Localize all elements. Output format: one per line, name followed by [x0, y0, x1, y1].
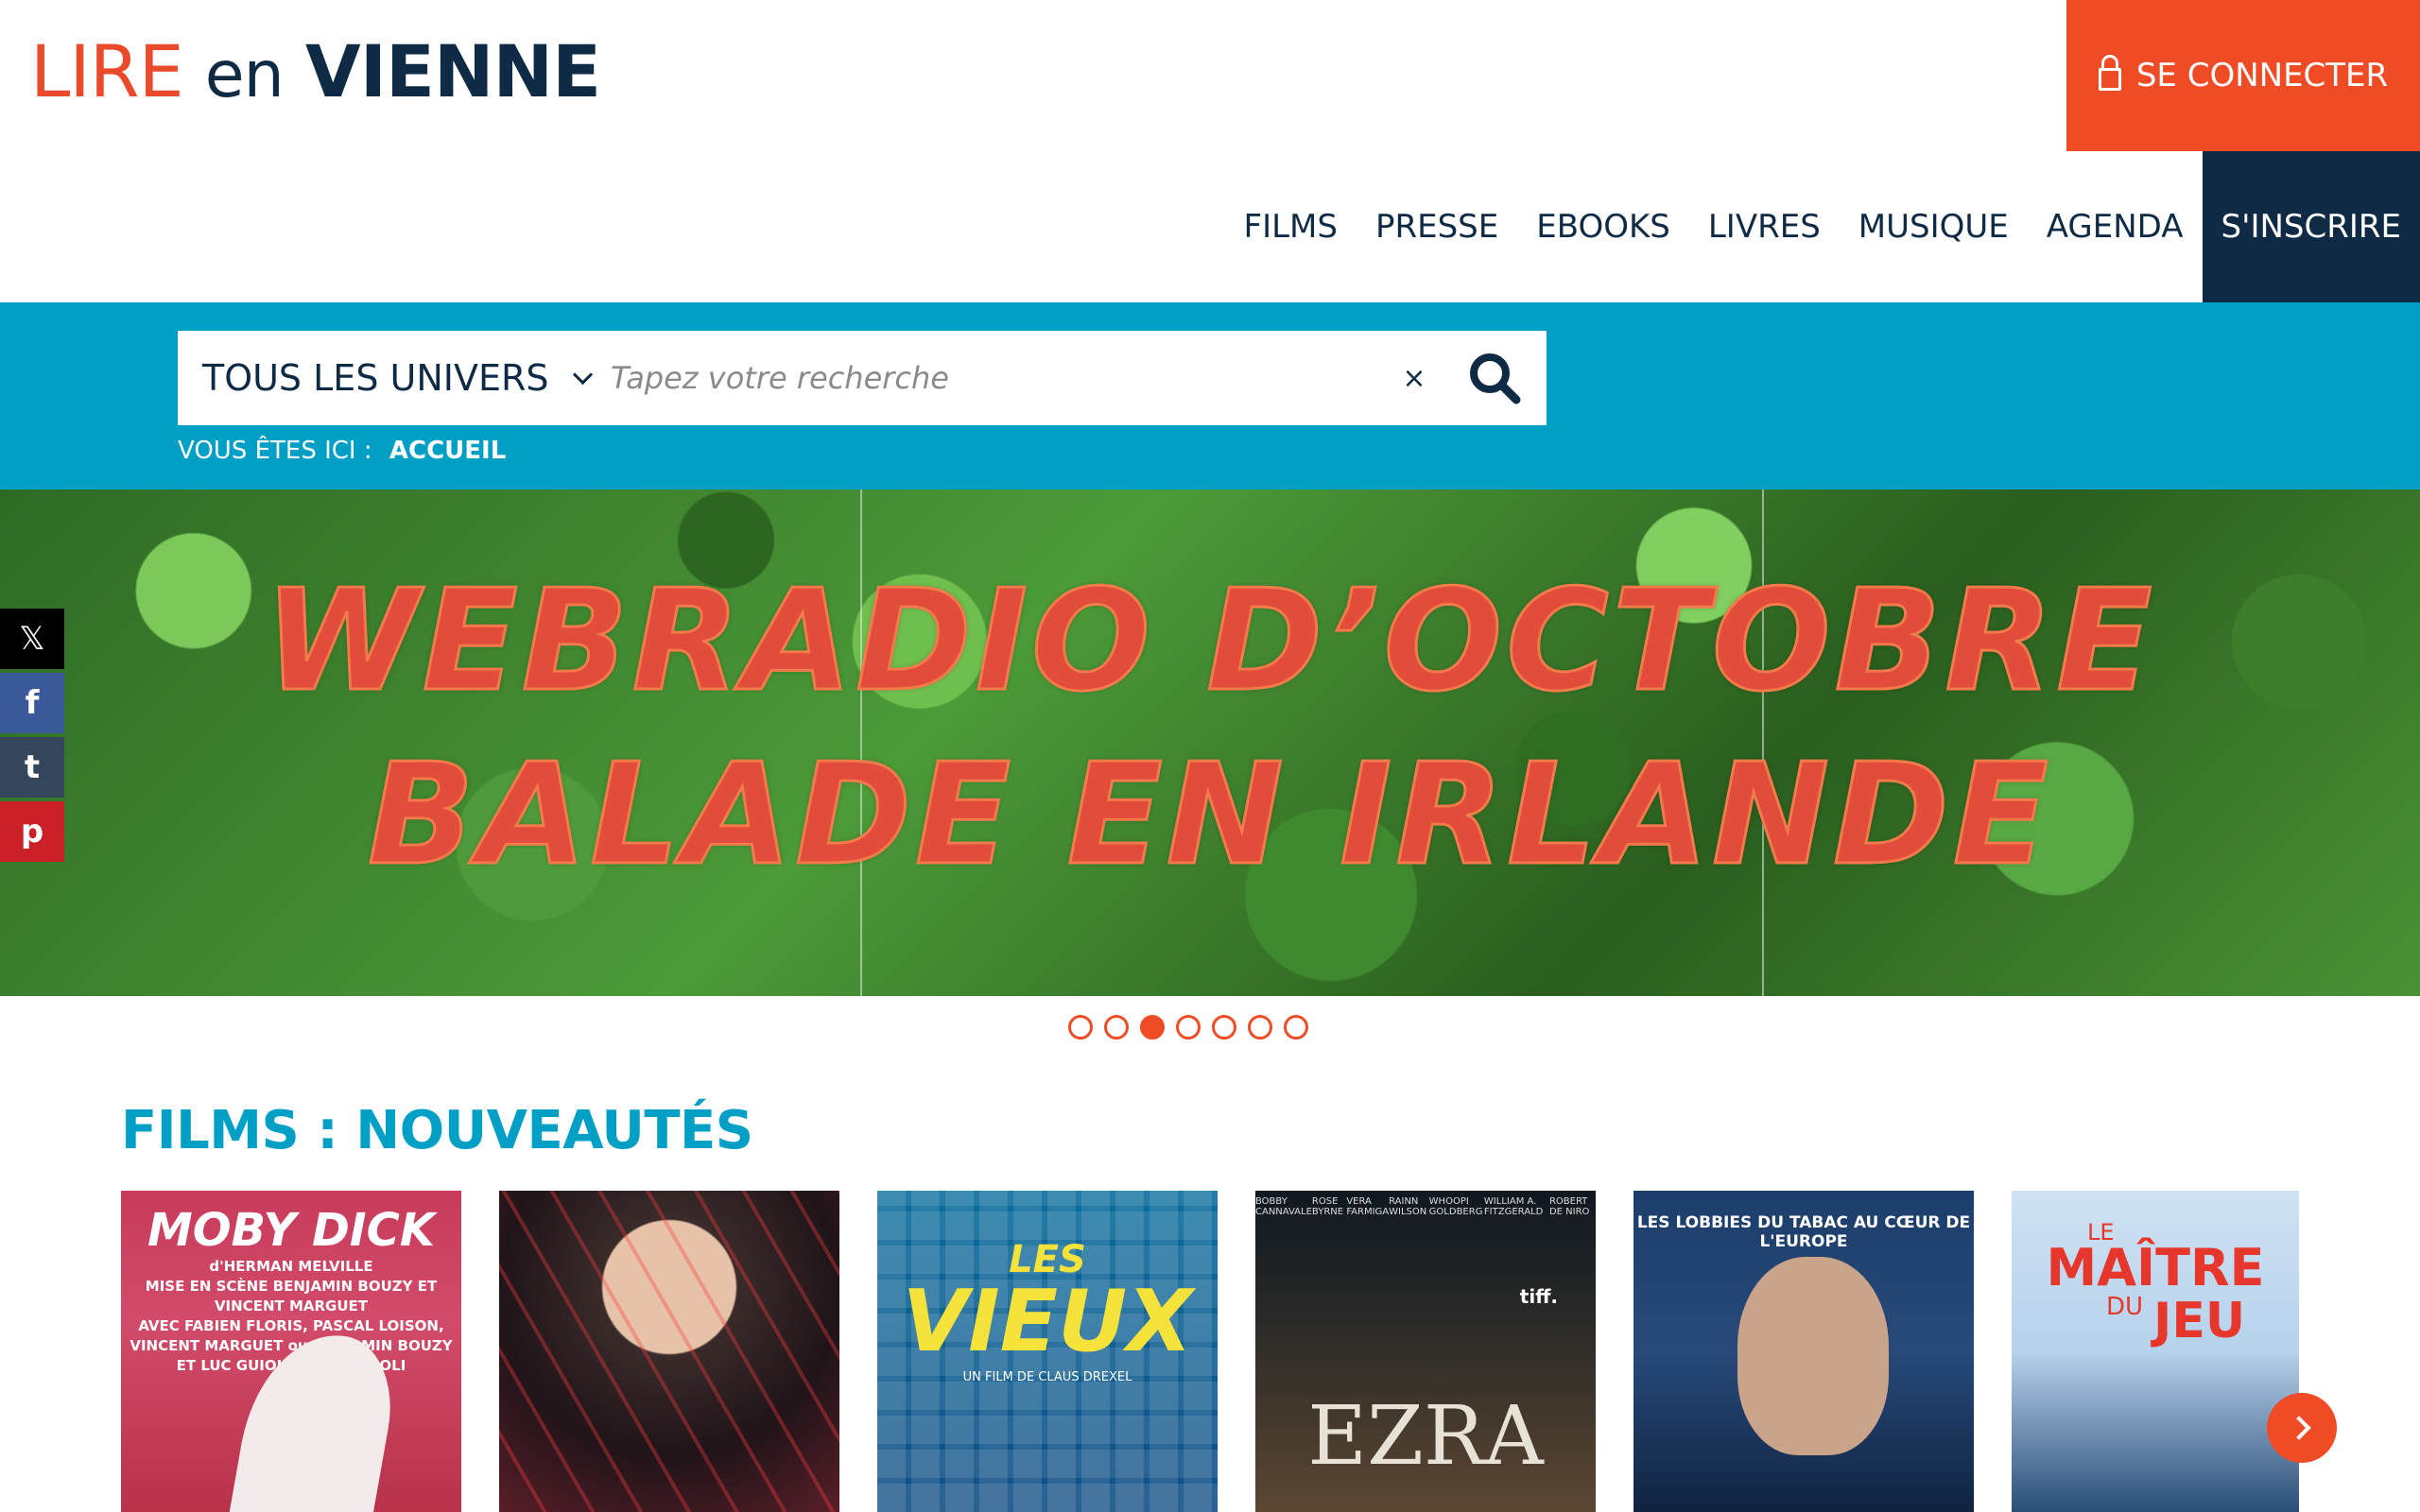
poster-title-du: DU [2106, 1293, 2144, 1321]
carousel-dot[interactable] [1176, 1015, 1201, 1040]
cast-name: RAINN WILSON [1389, 1196, 1427, 1217]
film-poster[interactable] [499, 1191, 839, 1512]
carousel-dots [1068, 1015, 1308, 1040]
poster-title: VIEUX [902, 1272, 1193, 1371]
poster-cast: BOBBY CANNAVALE ROSE BYRNE VERA FARMIGA … [1255, 1196, 1596, 1217]
chevron-down-icon [572, 364, 593, 385]
search-button[interactable] [1443, 331, 1547, 425]
pinterest-share-icon[interactable]: p [0, 801, 64, 862]
search-icon [1470, 353, 1521, 404]
poster-credit-line: d'HERMAN MELVILLE [209, 1258, 373, 1275]
film-poster[interactable]: MOBY DICK d'HERMAN MELVILLE MISE EN SCÈN… [121, 1191, 461, 1512]
carousel-dot[interactable] [1068, 1015, 1093, 1040]
film-poster[interactable]: LES VIEUX UN FILM DE CLAUS DREXEL [877, 1191, 1218, 1512]
login-button[interactable]: SE CONNECTER [2066, 0, 2420, 151]
social-share-bar: 𝕏 f t p [0, 609, 64, 866]
nav-item-presse[interactable]: PRESSE [1357, 208, 1517, 246]
banner-title-line2: BALADE EN IRLANDE [367, 732, 2052, 898]
poster-title-jeu: JEU [2153, 1293, 2246, 1349]
main-nav: FILMS PRESSE EBOOKS LIVRES MUSIQUE AGEND… [1225, 151, 2420, 302]
nav-item-livres[interactable]: LIVRES [1689, 208, 1840, 246]
breadcrumb: VOUS ÊTES ICI : ACCUEIL [178, 437, 506, 465]
nav-item-ebooks[interactable]: EBOOKS [1517, 208, 1689, 246]
logo-lire: LIRE [30, 29, 184, 113]
poster-artwork [499, 1191, 839, 1512]
universe-label: TOUS LES UNIVERS [202, 357, 549, 399]
search-input[interactable] [609, 359, 1386, 397]
cast-name: WHOOPI GOLDBERG [1428, 1196, 1483, 1217]
nav-item-films[interactable]: FILMS [1225, 208, 1357, 246]
search-bar: TOUS LES UNIVERS × [178, 331, 1547, 425]
carousel-dot[interactable] [1104, 1015, 1129, 1040]
cast-name: VERA FARMIGA [1346, 1196, 1390, 1217]
cast-name: ROSE BYRNE [1311, 1196, 1344, 1217]
festival-badge: tiff. [1519, 1285, 1558, 1308]
x-share-icon[interactable]: 𝕏 [0, 609, 64, 669]
logo-en: en [204, 38, 285, 112]
tumblr-share-icon[interactable]: t [0, 737, 64, 798]
lock-icon [2098, 55, 2121, 93]
section-title-films: FILMS : NOUVEAUTÉS [121, 1100, 753, 1161]
poster-title: LES LOBBIES DU TABAC AU CŒUR DE L'EUROPE [1636, 1213, 1971, 1251]
facebook-share-icon[interactable]: f [0, 673, 64, 733]
signup-button[interactable]: S'INSCRIRE [2202, 151, 2420, 302]
films-carousel: MOBY DICK d'HERMAN MELVILLE MISE EN SCÈN… [121, 1191, 2299, 1512]
site-logo[interactable]: LIRE en VIENNE [30, 36, 601, 108]
film-poster[interactable]: LES LOBBIES DU TABAC AU CŒUR DE L'EUROPE [1634, 1191, 1974, 1512]
cast-name: WILLIAM A. FITZGERALD [1483, 1196, 1544, 1217]
poster-credit: UN FILM DE CLAUS DREXEL [962, 1370, 1132, 1384]
poster-title: EZRA [1307, 1389, 1544, 1484]
login-label: SE CONNECTER [2135, 57, 2389, 94]
poster-title: MOBY DICK [147, 1204, 436, 1257]
breadcrumb-current[interactable]: ACCUEIL [389, 437, 506, 465]
cast-name: ROBERT DE NIRO [1548, 1196, 1590, 1217]
breadcrumb-prefix: VOUS ÊTES ICI : [178, 437, 372, 465]
nav-item-musique[interactable]: MUSIQUE [1840, 208, 2028, 246]
hero-banner[interactable]: WEBRADIO D’OCTOBRE BALADE EN IRLANDE [0, 490, 2420, 996]
chevron-right-icon [2287, 1416, 2311, 1440]
cast-name: BOBBY CANNAVALE [1255, 1196, 1312, 1217]
poster-credit-line: AVEC FABIEN FLORIS, PASCAL LOISON, [138, 1317, 444, 1334]
carousel-dot[interactable] [1212, 1015, 1236, 1040]
poster-title: MAÎTRE [2046, 1238, 2265, 1297]
banner-title-line1: WEBRADIO D’OCTOBRE [263, 558, 2156, 724]
film-poster[interactable]: BOBBY CANNAVALE ROSE BYRNE VERA FARMIGA … [1255, 1191, 1596, 1512]
logo-vienne: VIENNE [304, 29, 601, 113]
carousel-dot[interactable] [1140, 1015, 1165, 1040]
nav-item-agenda[interactable]: AGENDA [2028, 208, 2203, 246]
film-poster[interactable]: LE MAÎTRE DU JEU [2012, 1191, 2299, 1512]
poster-artwork [1737, 1257, 1889, 1455]
carousel-next-button[interactable] [2267, 1393, 2337, 1463]
clear-search-button[interactable]: × [1386, 362, 1443, 395]
carousel-dot[interactable] [1284, 1015, 1308, 1040]
universe-select[interactable]: TOUS LES UNIVERS [178, 357, 609, 399]
poster-credit-line: MISE EN SCÈNE BENJAMIN BOUZY ET VINCENT … [145, 1278, 438, 1314]
carousel-dot[interactable] [1248, 1015, 1272, 1040]
